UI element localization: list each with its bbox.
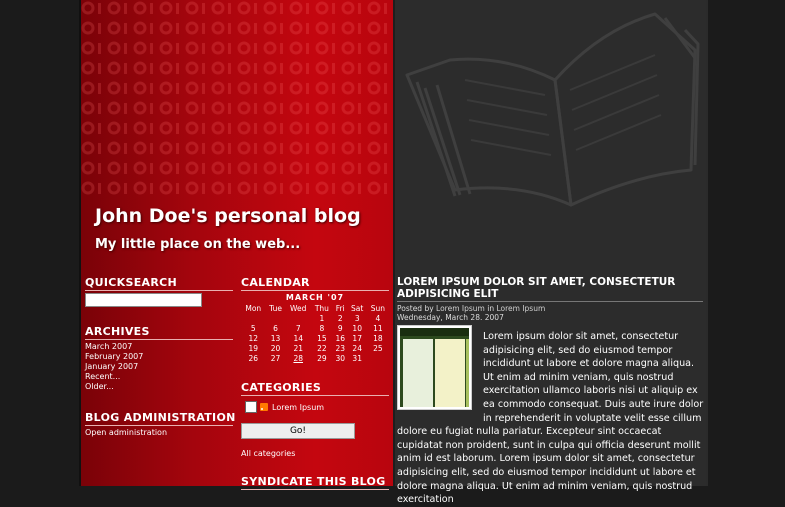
- calendar-day: 24: [352, 343, 362, 353]
- in-label: in: [484, 304, 497, 313]
- calendar-week: 26 27 28 29 30 31: [241, 353, 389, 363]
- calendar-weekday-row: Mon Tue Wed Thu Fri Sat Sun: [241, 303, 389, 313]
- calendar-day: 12: [248, 333, 259, 343]
- calendar-day: 3: [354, 313, 360, 323]
- category-link[interactable]: Lorem Ipsum: [272, 403, 324, 412]
- blog-title[interactable]: John Doe's personal blog: [95, 205, 361, 227]
- calendar-day: 21: [293, 343, 303, 353]
- weekday: Wed: [290, 303, 307, 313]
- archive-link-february-2007[interactable]: February 2007: [85, 352, 143, 362]
- digit-pattern-background: [81, 0, 393, 200]
- calendar-day: 18: [373, 333, 383, 343]
- calendar-day: 8: [319, 323, 325, 333]
- category-checkbox[interactable]: [245, 401, 257, 413]
- archive-link-older[interactable]: Older...: [85, 382, 143, 392]
- post-meta: Posted by Lorem Ipsum in Lorem Ipsum: [397, 304, 545, 313]
- calendar-day: 7: [295, 323, 301, 333]
- calendar-day: 29: [317, 353, 327, 363]
- blog-subtitle: My little place on the web...: [95, 237, 301, 252]
- calendar-day: 27: [270, 353, 281, 363]
- calendar-day: 25: [373, 343, 383, 353]
- open-administration-link[interactable]: Open administration: [85, 428, 167, 437]
- calendar-day: [367, 353, 389, 363]
- calendar-day: 22: [317, 343, 327, 353]
- weekday: Sun: [370, 303, 386, 313]
- calendar-day: 4: [375, 313, 381, 323]
- calendar-day: 2: [337, 313, 343, 323]
- calendar-day: 14: [293, 333, 303, 343]
- go-button[interactable]: Go!: [241, 423, 355, 439]
- calendar-day: 1: [319, 313, 325, 323]
- calendar-day: 10: [352, 323, 362, 333]
- archives-list: March 2007 February 2007 January 2007 Re…: [85, 342, 143, 392]
- post-date: Wednesday, March 28. 2007: [397, 313, 504, 322]
- syndicate-heading: SYNDICATE THIS BLOG: [241, 475, 389, 490]
- archive-link-march-2007[interactable]: March 2007: [85, 342, 143, 352]
- weekday: Thu: [314, 303, 329, 313]
- posted-by-label: Posted by: [397, 304, 437, 313]
- calendar-day: 15: [317, 333, 327, 343]
- calendar-day: 13: [270, 333, 281, 343]
- calendar-week: 5 6 7 8 9 10 11: [241, 323, 389, 333]
- quicksearch-input[interactable]: [85, 293, 202, 307]
- rss-icon[interactable]: [260, 403, 268, 411]
- calendar-day: 5: [250, 323, 256, 333]
- calendar-week: 12 13 14 15 16 17 18: [241, 333, 389, 343]
- post-body: Lorem ipsum dolor sit amet, consectetur …: [397, 330, 705, 507]
- calendar-day: 23: [335, 343, 345, 353]
- calendar-day: 31: [352, 353, 362, 363]
- calendar-month[interactable]: MARCH '07: [241, 293, 389, 302]
- calendar-day: 9: [337, 323, 343, 333]
- post-title[interactable]: LOREM IPSUM DOLOR SIT AMET, CONSECTETUR …: [397, 276, 703, 302]
- category-item: Lorem Ipsum: [245, 401, 324, 413]
- post-category-link[interactable]: Lorem Ipsum: [496, 304, 545, 313]
- quicksearch-heading: QUICKSEARCH: [85, 276, 233, 291]
- calendar-day: 6: [273, 323, 278, 333]
- weekday: Mon: [245, 303, 262, 313]
- categories-heading: CATEGORIES: [241, 381, 389, 396]
- blog-administration-heading: BLOG ADMINISTRATION: [85, 411, 236, 426]
- calendar-day: 17: [352, 333, 362, 343]
- calendar-day-link[interactable]: 28: [286, 353, 311, 363]
- post-author-link[interactable]: Lorem Ipsum: [436, 304, 485, 313]
- weekday: Sat: [351, 303, 364, 313]
- archive-link-recent[interactable]: Recent...: [85, 372, 143, 382]
- calendar-week: 1 2 3 4: [241, 313, 389, 323]
- all-categories-link[interactable]: All categories: [241, 449, 295, 458]
- calendar-day: [286, 313, 311, 323]
- calendar-day: 16: [335, 333, 345, 343]
- calendar-day: 19: [248, 343, 259, 353]
- calendar-week: 19 20 21 22 23 24 25: [241, 343, 389, 353]
- calendar-day: 20: [270, 343, 281, 353]
- calendar-day: [266, 313, 286, 323]
- weekday: Tue: [269, 303, 282, 313]
- calendar-day: [241, 313, 266, 323]
- calendar-day: 26: [248, 353, 259, 363]
- weekday: Fri: [335, 303, 345, 313]
- calendar-heading: CALENDAR: [241, 276, 389, 291]
- archive-link-january-2007[interactable]: January 2007: [85, 362, 143, 372]
- calendar-day: 30: [335, 353, 345, 363]
- open-book-icon: [405, 12, 700, 207]
- image-float-spacer: [397, 330, 483, 414]
- calendar-day: 11: [373, 323, 383, 333]
- archives-heading: ARCHIVES: [85, 325, 233, 340]
- calendar-table: Mon Tue Wed Thu Fri Sat Sun 1 2 3 4 5 6 …: [241, 303, 389, 363]
